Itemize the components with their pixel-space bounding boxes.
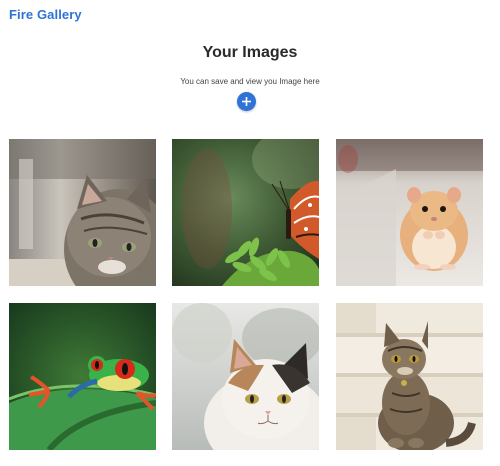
brand-link[interactable]: Fire Gallery	[9, 7, 82, 22]
page-subtitle: You can save and view you Image here	[180, 77, 320, 86]
add-image-button[interactable]	[237, 92, 256, 111]
kitten-image	[9, 139, 156, 286]
image-tile-butterfly[interactable]	[172, 139, 319, 286]
plus-icon	[242, 97, 251, 106]
image-tile-kitten[interactable]	[9, 139, 156, 286]
page: Fire Gallery Your Images You can save an…	[0, 0, 500, 466]
hero: Your Images You can save and view you Im…	[0, 44, 500, 86]
image-tile-calico-cat[interactable]	[172, 303, 319, 450]
calico-cat-image	[172, 303, 319, 450]
page-title: Your Images	[202, 44, 298, 61]
hamster-image	[336, 139, 483, 286]
image-tile-hamster[interactable]	[336, 139, 483, 286]
frog-image	[9, 303, 156, 450]
image-tile-frog[interactable]	[9, 303, 156, 450]
tabby-cat-image	[336, 303, 483, 450]
image-tile-tabby-cat[interactable]	[336, 303, 483, 450]
butterfly-image	[172, 139, 319, 286]
